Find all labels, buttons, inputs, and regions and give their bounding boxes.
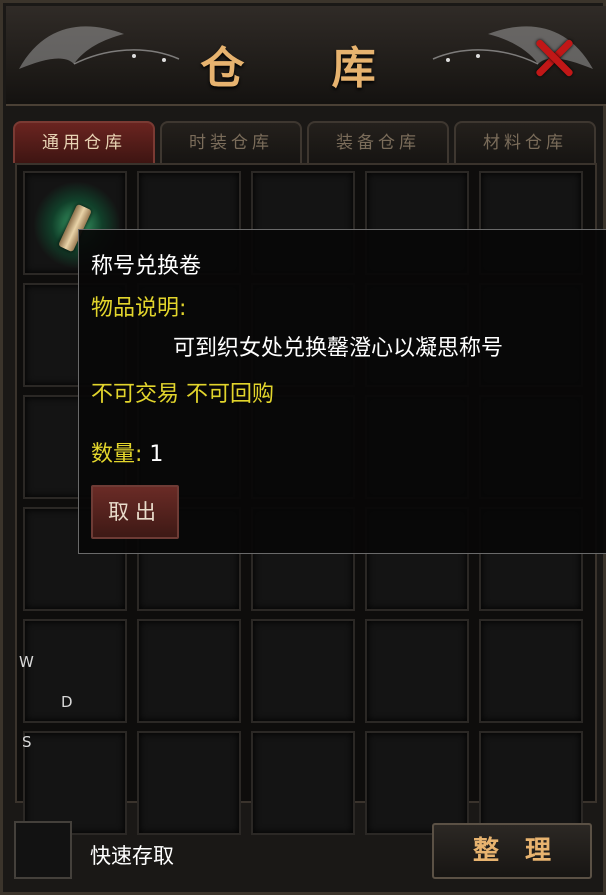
quantity-value: 1 [149,442,164,467]
storage-slot[interactable] [137,619,241,723]
quantity-label: 数量: [91,442,143,467]
storage-slot[interactable] [23,619,127,723]
item-description-label: 物品说明: [91,296,187,321]
sort-button[interactable]: 整理 [432,823,592,879]
bottom-bar: 快速存取 整理 [6,806,606,895]
warehouse-window: 仓 库 通用仓库 时装仓库 装备仓库 材料仓库 W D S 称号兑换卷 物品说明… [0,0,606,895]
title-bar: 仓 库 [6,6,606,106]
storage-slot[interactable] [251,619,355,723]
quick-access-checkbox[interactable] [14,821,72,879]
item-name: 称号兑换卷 [91,254,202,279]
key-hint-d: D [61,693,73,711]
tab-equipment-warehouse[interactable]: 装备仓库 [307,121,449,163]
quick-access-label: 快速存取 [90,844,174,868]
item-quantity: 数量: 1 [91,436,163,468]
key-hint-s: S [22,733,32,751]
tab-general-warehouse[interactable]: 通用仓库 [13,121,155,163]
key-hint-w: W [19,653,34,671]
storage-slot[interactable] [479,619,583,723]
item-description: 可到织女处兑换罄澄心以凝思称号 [173,336,504,361]
tab-fashion-warehouse[interactable]: 时装仓库 [160,121,302,163]
tab-material-warehouse[interactable]: 材料仓库 [454,121,596,163]
close-icon[interactable] [532,36,576,80]
trade-restriction: 不可交易 不可回购 [91,382,274,407]
take-out-button[interactable]: 取出 [91,485,179,539]
storage-slot[interactable] [365,619,469,723]
window-title: 仓 库 [200,43,412,94]
warehouse-tabs: 通用仓库 时装仓库 装备仓库 材料仓库 [13,121,599,163]
item-tooltip: 称号兑换卷 物品说明: 可到织女处兑换罄澄心以凝思称号 不可交易 不可回购 数量… [78,229,606,554]
